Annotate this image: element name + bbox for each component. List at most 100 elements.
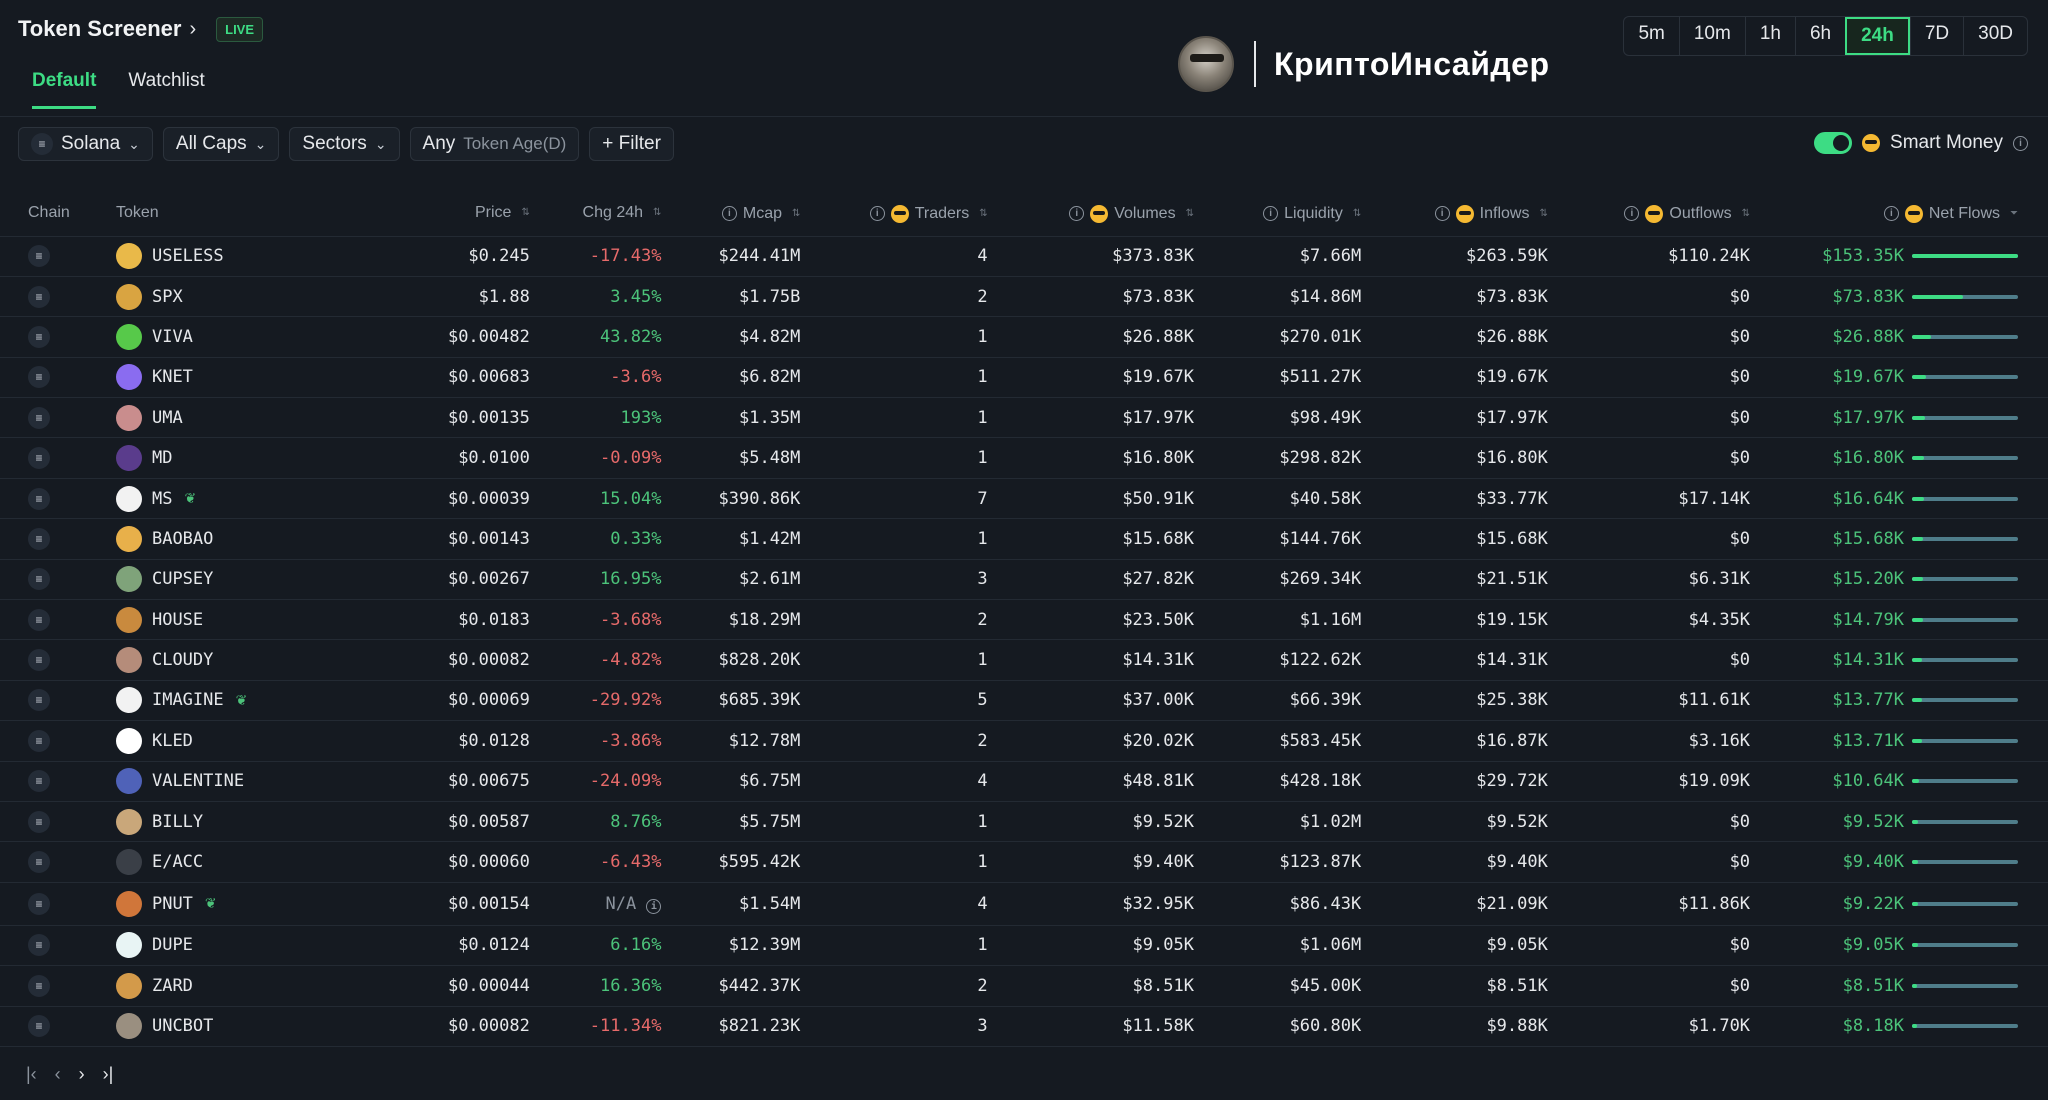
col-traders[interactable]: i Traders ⇅ xyxy=(808,190,1002,237)
col-outflows[interactable]: i Outflows ⇅ xyxy=(1555,190,1759,237)
info-icon[interactable]: i xyxy=(1263,206,1279,221)
table-row[interactable]: ≡ MS ❦ $0.00039 15.04% $390.86K 7 $50.91K $40.58… xyxy=(0,478,2048,520)
token-symbol[interactable]: IMAGINE xyxy=(152,690,224,710)
table-row[interactable]: ≡ IMAGINE ❦ $0.00069 -29.92% $685.39K 5 $37.00K… xyxy=(0,680,2048,722)
table-row[interactable]: ≡ UMA $0.00135 193% $1.35M 1 $17.97K $98.49K $17… xyxy=(0,397,2048,439)
token-cell[interactable]: E/ACC xyxy=(115,841,343,883)
table-row[interactable]: ≡ CLOUDY $0.00082 -4.82% $828.20K 1 $14.31K $12… xyxy=(0,639,2048,681)
table-row[interactable]: ≡ ZARD $0.00044 16.36% $442.37K 2 $8.51K $45.00… xyxy=(0,965,2048,1007)
col-inflows[interactable]: i Inflows ⇅ xyxy=(1369,190,1556,237)
last-page-button[interactable]: ›| xyxy=(103,1064,114,1085)
sectors-dropdown[interactable]: Sectors ⌄ xyxy=(289,127,400,161)
info-icon[interactable]: i xyxy=(2013,135,2028,151)
table-row[interactable]: ≡ E/ACC $0.00060 -6.43% $595.42K 1 $9.40K $123.… xyxy=(0,841,2048,883)
info-icon[interactable]: i xyxy=(1883,206,1899,221)
token-cell[interactable]: DUPE xyxy=(115,925,343,967)
token-cell[interactable]: SPX xyxy=(115,276,343,318)
table-row[interactable]: ≡ PNUT ❦ $0.00154 N/A i $1.54M 4 $32.95K $86.43K… xyxy=(0,882,2048,926)
timeframe-10m[interactable]: 10m xyxy=(1678,17,1745,55)
caps-dropdown[interactable]: All Caps ⌄ xyxy=(162,127,280,161)
chevron-right-icon[interactable]: › xyxy=(189,18,196,41)
token-cell[interactable]: UMA xyxy=(115,397,343,439)
col-volumes[interactable]: i Volumes ⇅ xyxy=(1001,190,1202,237)
token-logo-icon xyxy=(115,566,142,593)
token-symbol[interactable]: UNCBOT xyxy=(152,1016,213,1036)
info-icon[interactable]: i xyxy=(646,898,662,914)
table-row[interactable]: ≡ MD $0.0100 -0.09% $5.48M 1 $16.80K $298.82K $1… xyxy=(0,437,2048,479)
table-row[interactable]: ≡ USELESS $0.245 -17.43% $244.41M 4 $373.83K $7… xyxy=(0,236,2048,277)
token-cell[interactable]: CLOUDY xyxy=(115,639,343,681)
token-cell[interactable]: KLED xyxy=(115,720,343,762)
token-cell[interactable]: BAOBAO xyxy=(115,518,343,560)
token-symbol[interactable]: USELESS xyxy=(152,246,224,266)
token-symbol[interactable]: VIVA xyxy=(152,327,193,347)
table-row[interactable]: ≡ KLED $0.0128 -3.86% $12.78M 2 $20.02K $583.45… xyxy=(0,720,2048,762)
token-symbol[interactable]: VALENTINE xyxy=(152,771,244,791)
token-symbol[interactable]: MD xyxy=(152,448,172,468)
info-icon[interactable]: i xyxy=(1434,206,1450,221)
info-icon[interactable]: i xyxy=(1624,206,1640,221)
tab-watchlist[interactable]: Watchlist xyxy=(128,70,204,109)
timeframe-30d[interactable]: 30D xyxy=(1963,17,2027,55)
token-cell[interactable]: HOUSE xyxy=(115,599,343,641)
timeframe-24h[interactable]: 24h xyxy=(1845,17,1910,55)
table-row[interactable]: ≡ KNET $0.00683 -3.6% $6.82M 1 $19.67K $511.27K… xyxy=(0,357,2048,399)
token-symbol[interactable]: CUPSEY xyxy=(152,569,213,589)
token-cell[interactable]: VALENTINE xyxy=(115,761,343,802)
col-price[interactable]: Price ⇅ xyxy=(342,190,538,237)
col-net-flows[interactable]: i Net Flows ⏷ xyxy=(1758,190,2048,237)
token-cell[interactable]: VIVA xyxy=(115,316,343,358)
token-cell[interactable]: KNET xyxy=(115,357,343,399)
token-age-filter[interactable]: Any Token Age(D) xyxy=(409,127,580,161)
token-symbol[interactable]: BAOBAO xyxy=(152,529,213,549)
token-cell[interactable]: CUPSEY xyxy=(115,559,343,601)
token-symbol[interactable]: HOUSE xyxy=(152,610,203,630)
first-page-button[interactable]: |‹ xyxy=(26,1064,37,1085)
token-symbol[interactable]: UMA xyxy=(152,408,183,428)
token-cell[interactable]: BILLY xyxy=(115,801,343,843)
table-row[interactable]: ≡ BILLY $0.00587 8.76% $5.75M 1 $9.52K $1.02M $9… xyxy=(0,801,2048,843)
token-symbol[interactable]: CLOUDY xyxy=(152,650,213,670)
timeframe-5m[interactable]: 5m xyxy=(1624,17,1678,55)
table-row[interactable]: ≡ BAOBAO $0.00143 0.33% $1.42M 1 $15.68K $144.7… xyxy=(0,518,2048,560)
token-symbol[interactable]: KNET xyxy=(152,367,193,387)
token-cell[interactable]: MD xyxy=(115,437,343,479)
tab-default[interactable]: Default xyxy=(32,70,97,109)
table-row[interactable]: ≡ CUPSEY $0.00267 16.95% $2.61M 3 $27.82K $269.… xyxy=(0,559,2048,601)
next-page-button[interactable]: › xyxy=(79,1064,85,1085)
info-icon[interactable]: i xyxy=(721,206,737,221)
smart-money-toggle[interactable] xyxy=(1814,132,1853,154)
table-row[interactable]: ≡ UNCBOT $0.00082 -11.34% $821.23K 3 $11.58K $6… xyxy=(0,1006,2048,1047)
col-liquidity[interactable]: i Liquidity ⇅ xyxy=(1201,190,1370,237)
token-cell[interactable]: ZARD xyxy=(115,965,343,1007)
token-symbol[interactable]: ZARD xyxy=(152,976,193,996)
token-cell[interactable]: PNUT ❦ xyxy=(115,882,343,926)
token-symbol[interactable]: PNUT xyxy=(152,894,193,914)
table-row[interactable]: ≡ VALENTINE $0.00675 -24.09% $6.75M 4 $48.81K $… xyxy=(0,761,2048,802)
token-symbol[interactable]: MS xyxy=(152,489,172,509)
page-title[interactable]: Token Screener xyxy=(18,16,181,42)
token-cell[interactable]: UNCBOT xyxy=(115,1006,343,1047)
token-cell[interactable]: USELESS xyxy=(115,236,343,277)
timeframe-7d[interactable]: 7D xyxy=(1909,17,1963,55)
chain-dropdown[interactable]: ≡ Solana ⌄ xyxy=(18,127,153,161)
table-row[interactable]: ≡ SPX $1.88 3.45% $1.75B 2 $73.83K $14.86M $73.8… xyxy=(0,276,2048,318)
token-cell[interactable]: MS ❦ xyxy=(115,478,343,520)
token-symbol[interactable]: BILLY xyxy=(152,812,203,832)
col-chg[interactable]: Chg 24h ⇅ xyxy=(537,190,670,237)
token-symbol[interactable]: SPX xyxy=(152,287,183,307)
table-row[interactable]: ≡ VIVA $0.00482 43.82% $4.82M 1 $26.88K $270.01… xyxy=(0,316,2048,358)
token-symbol[interactable]: E/ACC xyxy=(152,852,203,872)
token-symbol[interactable]: DUPE xyxy=(152,935,193,955)
info-icon[interactable]: i xyxy=(869,206,885,221)
timeframe-6h[interactable]: 6h xyxy=(1794,17,1845,55)
info-icon[interactable]: i xyxy=(1069,206,1085,221)
col-mcap[interactable]: i Mcap ⇅ xyxy=(669,190,809,237)
prev-page-button[interactable]: ‹ xyxy=(55,1064,61,1085)
table-row[interactable]: ≡ DUPE $0.0124 6.16% $12.39M 1 $9.05K $1.06M $9.… xyxy=(0,925,2048,967)
add-filter-button[interactable]: + Filter xyxy=(589,127,674,161)
table-row[interactable]: ≡ HOUSE $0.0183 -3.68% $18.29M 2 $23.50K $1.16M… xyxy=(0,599,2048,641)
token-cell[interactable]: IMAGINE ❦ xyxy=(115,680,343,722)
timeframe-1h[interactable]: 1h xyxy=(1744,17,1795,55)
token-symbol[interactable]: KLED xyxy=(152,731,193,751)
